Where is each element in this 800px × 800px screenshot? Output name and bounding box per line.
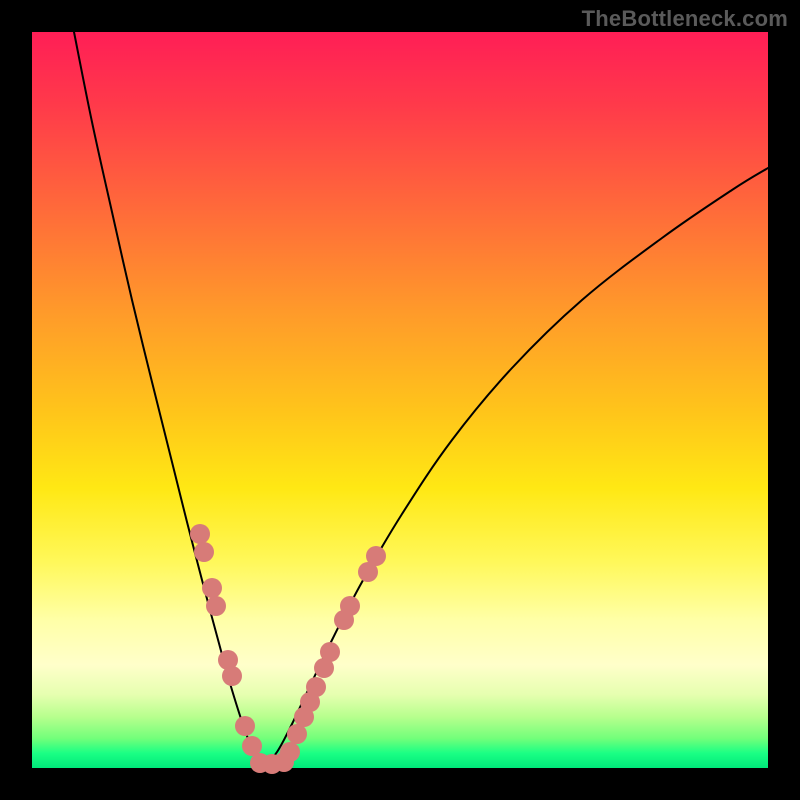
data-dot bbox=[320, 642, 340, 662]
data-dot bbox=[206, 596, 226, 616]
data-dot bbox=[222, 666, 242, 686]
data-dot bbox=[202, 578, 222, 598]
bottleneck-curve-svg bbox=[32, 32, 768, 768]
data-dot bbox=[235, 716, 255, 736]
data-dot bbox=[190, 524, 210, 544]
data-dot bbox=[366, 546, 386, 566]
chart-plot-area bbox=[32, 32, 768, 768]
right-curve bbox=[264, 168, 768, 766]
data-dots-group bbox=[190, 524, 386, 774]
data-dot bbox=[242, 736, 262, 756]
watermark-text: TheBottleneck.com bbox=[582, 6, 788, 32]
data-dot bbox=[340, 596, 360, 616]
data-dot bbox=[280, 742, 300, 762]
data-dot bbox=[194, 542, 214, 562]
data-dot bbox=[306, 677, 326, 697]
